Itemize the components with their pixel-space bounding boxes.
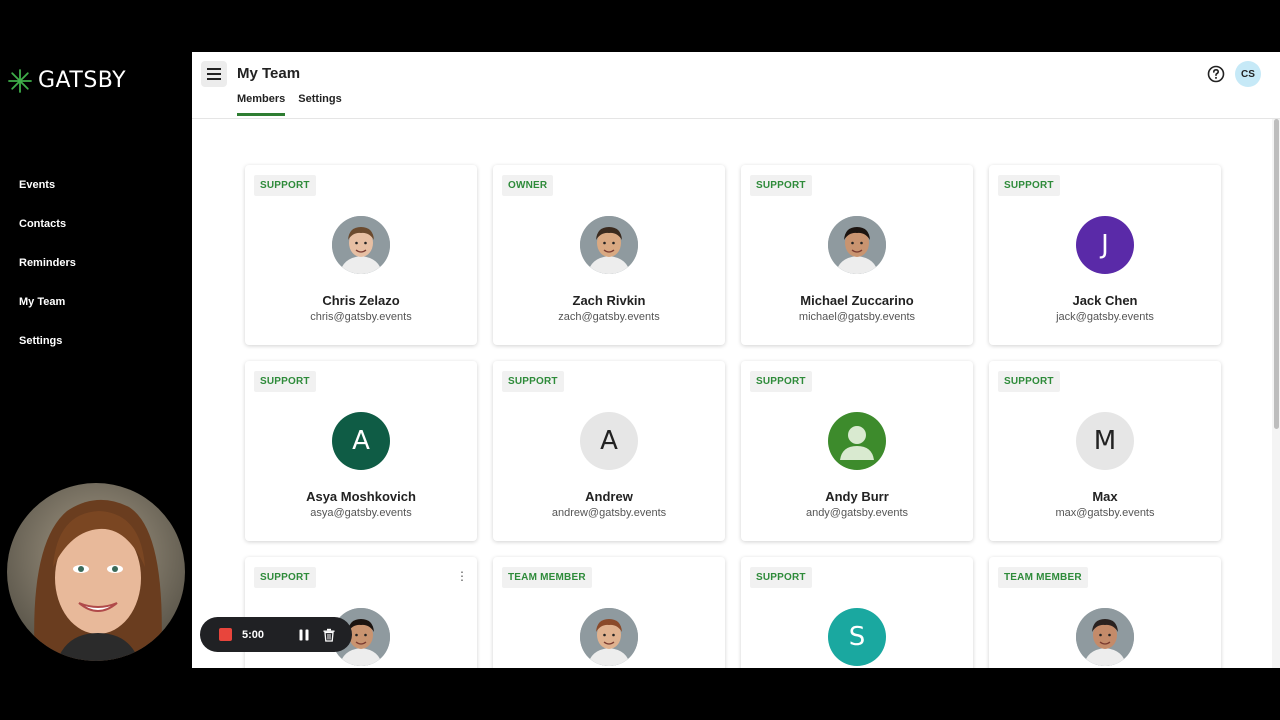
asterisk-logo-icon: [8, 68, 32, 93]
role-badge: SUPPORT: [750, 175, 812, 196]
member-name: Andy Burr: [825, 489, 889, 504]
avatar-initial: A: [332, 412, 390, 470]
role-badge: SUPPORT: [254, 175, 316, 196]
main-content: My Team Members Settings CS SUPPORT Chris…: [192, 52, 1280, 668]
member-name: Michael Zuccarino: [800, 293, 914, 308]
avatar-initial: J: [1076, 216, 1134, 274]
stop-recording-button[interactable]: [219, 628, 232, 641]
member-email: andrew@gatsby.events: [551, 507, 667, 519]
avatar-initial: S: [828, 608, 886, 666]
sidebar-item-reminders[interactable]: Reminders: [19, 256, 76, 295]
webcam-photo: [7, 483, 185, 661]
member-email: michael@gatsby.events: [798, 311, 916, 323]
more-options-icon[interactable]: ⋮: [456, 569, 468, 583]
user-avatar[interactable]: CS: [1235, 61, 1261, 87]
member-name: Chris Zelazo: [322, 293, 400, 308]
recording-controls: 5:00: [200, 617, 352, 652]
help-circle-icon[interactable]: [1207, 65, 1225, 83]
member-email: jack@gatsby.events: [1056, 311, 1154, 323]
role-badge: SUPPORT: [750, 371, 812, 392]
role-badge: SUPPORT: [998, 371, 1060, 392]
avatar-initial: A: [580, 412, 638, 470]
member-name: Zach Rivkin: [572, 293, 646, 308]
avatar-photo: [1076, 608, 1134, 666]
member-email: chris@gatsby.events: [310, 311, 412, 323]
role-badge: TEAM MEMBER: [998, 567, 1088, 588]
member-card[interactable]: TEAM MEMBER: [989, 557, 1221, 668]
app-window: GATSBY Events Contacts Reminders My Team…: [0, 0, 1280, 720]
tab-settings[interactable]: Settings: [298, 93, 341, 116]
member-email: zach@gatsby.events: [558, 311, 660, 323]
hamburger-menu-icon: [207, 68, 221, 80]
menu-button[interactable]: [201, 61, 227, 87]
avatar-photo: [828, 216, 886, 274]
avatar-photo: [580, 216, 638, 274]
scrollbar[interactable]: [1272, 119, 1280, 668]
member-card[interactable]: SUPPORT A Andrew andrew@gatsby.events: [493, 361, 725, 541]
logo-text: GATSBY: [38, 68, 127, 93]
sidebar-nav: Events Contacts Reminders My Team Settin…: [19, 178, 76, 373]
member-name: Asya Moshkovich: [306, 489, 416, 504]
sidebar-item-events[interactable]: Events: [19, 178, 76, 217]
member-card[interactable]: SUPPORT A Asya Moshkovich asya@gatsby.event…: [245, 361, 477, 541]
sidebar-item-settings[interactable]: Settings: [19, 334, 76, 373]
webcam-overlay: [7, 483, 185, 661]
gatsby-logo[interactable]: GATSBY: [8, 68, 126, 93]
role-badge: SUPPORT: [998, 175, 1060, 196]
member-card[interactable]: SUPPORT Michael Zuccarino michael@gatsby.e…: [741, 165, 973, 345]
member-name: Jack Chen: [1072, 293, 1138, 308]
member-card[interactable]: SUPPORT Andy Burr andy@gatsby.events: [741, 361, 973, 541]
member-card[interactable]: TEAM MEMBER: [493, 557, 725, 668]
member-email: max@gatsby.events: [1055, 507, 1155, 519]
member-card[interactable]: OWNER Zach Rivkin zach@gatsby.events: [493, 165, 725, 345]
member-card[interactable]: SUPPORT S: [741, 557, 973, 668]
recording-timer: 5:00: [242, 628, 265, 641]
member-card[interactable]: SUPPORT Chris Zelazo chris@gatsby.events: [245, 165, 477, 345]
sidebar-item-my-team[interactable]: My Team: [19, 295, 76, 334]
tab-members[interactable]: Members: [237, 93, 286, 116]
member-card[interactable]: SUPPORT J Jack Chen jack@gatsby.events: [989, 165, 1221, 345]
role-badge: SUPPORT: [502, 371, 564, 392]
person-icon: [828, 412, 886, 470]
role-badge: OWNER: [502, 175, 554, 196]
avatar-photo: [580, 608, 638, 666]
member-email: asya@gatsby.events: [310, 507, 412, 519]
avatar-initial: M: [1076, 412, 1134, 470]
role-badge: SUPPORT: [750, 567, 812, 588]
role-badge: TEAM MEMBER: [502, 567, 592, 588]
header: My Team Members Settings CS: [192, 52, 1280, 119]
role-badge: SUPPORT: [254, 567, 316, 588]
member-card[interactable]: SUPPORT M Max max@gatsby.events: [989, 361, 1221, 541]
role-badge: SUPPORT: [254, 371, 316, 392]
members-grid: SUPPORT Chris Zelazo chris@gatsby.events OW…: [245, 165, 1221, 668]
member-name: Max: [1092, 489, 1118, 504]
member-name: Andrew: [585, 489, 633, 504]
avatar-photo: [332, 216, 390, 274]
pause-icon[interactable]: [297, 628, 311, 642]
tab-bar: Members Settings: [237, 93, 355, 116]
trash-icon[interactable]: [322, 628, 336, 642]
sidebar-item-contacts[interactable]: Contacts: [19, 217, 76, 256]
member-email: andy@gatsby.events: [805, 507, 909, 519]
page-title: My Team: [237, 65, 301, 82]
scroll-thumb[interactable]: [1274, 119, 1279, 429]
